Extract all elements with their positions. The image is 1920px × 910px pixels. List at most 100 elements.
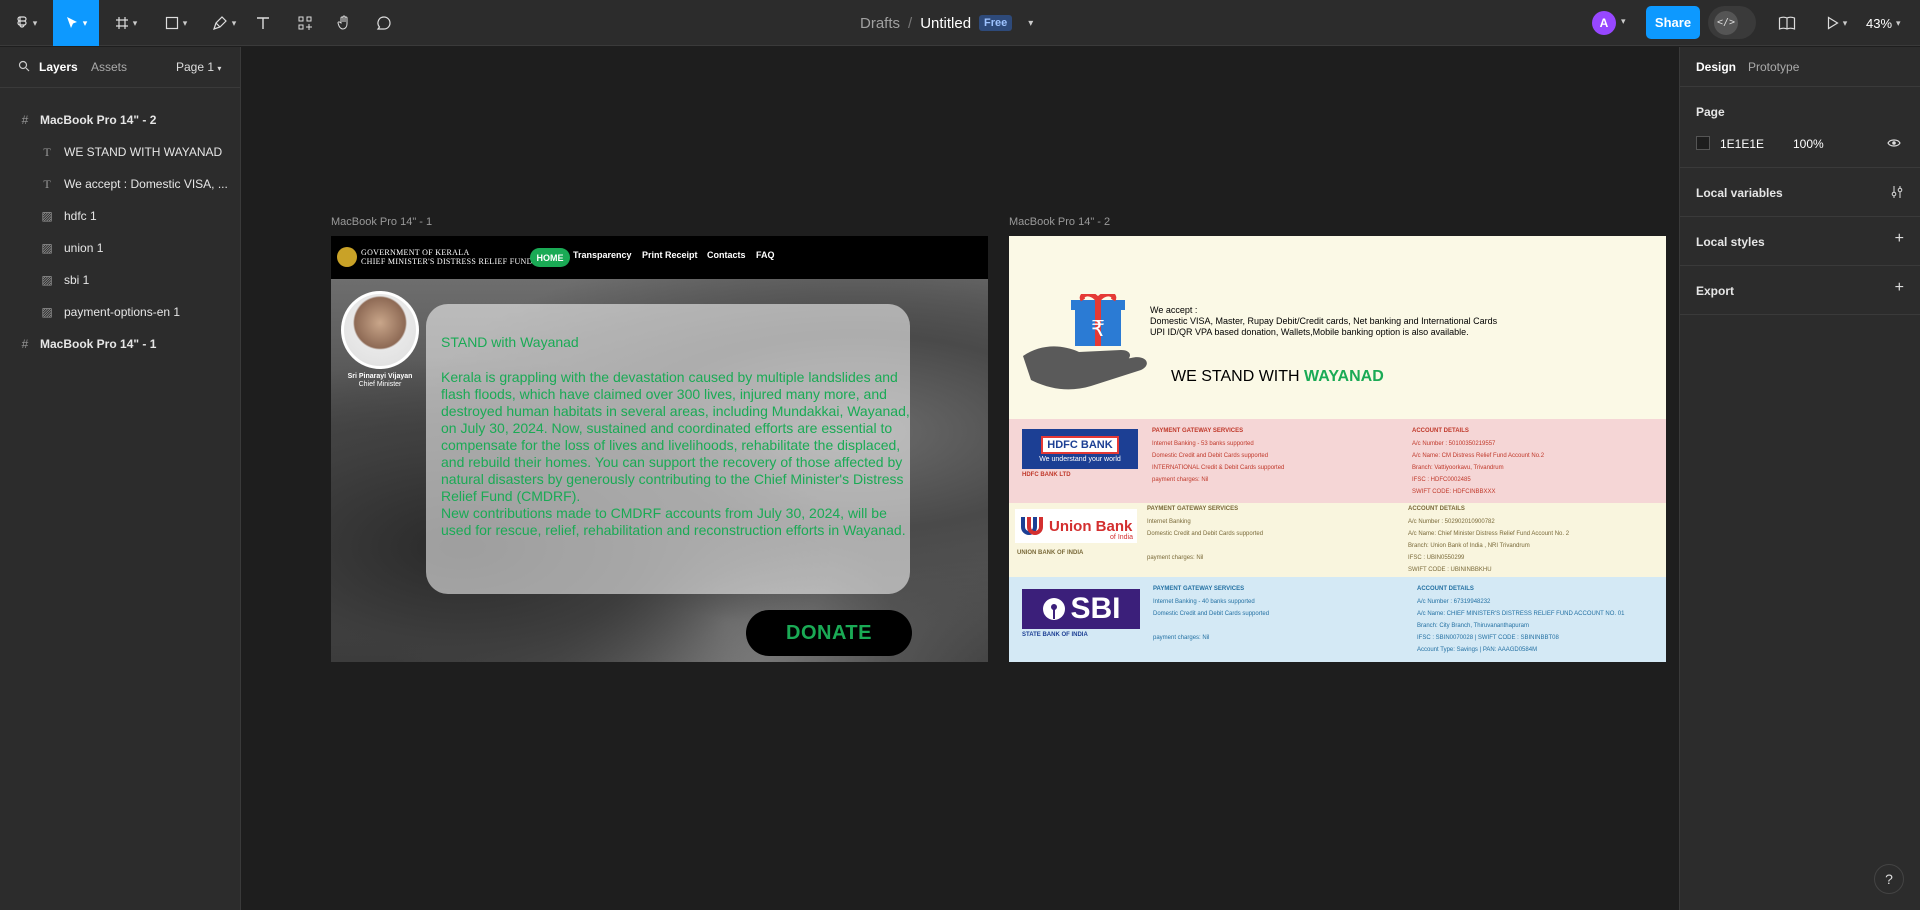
frame-macbook-1[interactable]: GOVERNMENT OF KERALA CHIEF MINISTER'S DI… [331,236,988,662]
layer-image-sbi[interactable]: ▨ sbi 1 [0,264,240,296]
file-name[interactable]: Untitled [920,15,971,32]
hand-tool-button[interactable] [334,0,354,46]
page-color-swatch[interactable] [1696,136,1710,150]
page-opacity-value[interactable]: 100% [1793,137,1824,151]
svg-text:₹: ₹ [1091,317,1105,342]
eye-icon[interactable] [1887,138,1901,148]
hdfc-logo: HDFC BANK We understand your world [1022,429,1138,469]
sbi-emblem-icon [1043,598,1066,620]
frame-1-label[interactable]: MacBook Pro 14" - 1 [331,216,432,228]
layer-frame-1[interactable]: # MacBook Pro 14" - 1 [0,328,240,360]
resources-icon [298,16,312,30]
bank-row-sbi: SBI STATE BANK OF INDIA PAYMENT GATEWAY … [1009,577,1666,662]
layer-label: WE STAND WITH WAYANAD [64,145,223,159]
cm-name: Sri Pinarayi Vijayan [347,373,413,380]
tab-layers[interactable]: Layers [39,60,78,74]
nav-home[interactable]: HOME [530,248,570,267]
union-bank-emblem-icon [1021,517,1043,535]
layer-image-union[interactable]: ▨ union 1 [0,232,240,264]
bank-name: UNION BANK OF INDIA [1017,550,1084,556]
layer-label: hdfc 1 [64,209,97,223]
nav-print-receipt[interactable]: Print Receipt [642,250,698,260]
layer-text-stand[interactable]: T WE STAND WITH WAYANAD [0,136,240,168]
code-icon: </> [1714,10,1738,35]
file-menu-chevron-icon[interactable]: ▾ [1028,18,1033,29]
acc-line: A/c Number : 50100350219557 [1412,441,1496,447]
layer-frame-2[interactable]: # MacBook Pro 14" - 2 [0,104,240,136]
cursor-icon [66,17,77,28]
comment-tool-button[interactable] [374,0,394,46]
appeal-body: Kerala is grappling with the devastation… [441,369,911,539]
frame-icon: # [21,113,29,127]
help-button[interactable]: ? [1874,864,1904,894]
kerala-emblem-icon [337,247,357,267]
pen-tool-button[interactable]: ▾ [206,0,242,46]
pg-title: PAYMENT GATEWAY SERVICES [1152,428,1244,434]
search-icon[interactable] [18,60,30,75]
appeal-heading: STAND with Wayanad [441,334,579,350]
present-button[interactable]: ▾ [1822,0,1852,46]
page-selector[interactable]: Page 1 ▾ [176,60,221,74]
breadcrumb-drafts[interactable]: Drafts [860,15,900,32]
chevron-down-icon[interactable]: ▾ [1621,16,1626,27]
dev-mode-toggle[interactable]: </> [1708,6,1756,39]
variables-icon[interactable] [1890,185,1904,199]
union-logo-tagline: of India [1110,534,1133,541]
accepted-methods: We accept : Domestic VISA, Master, Rupay… [1150,305,1497,338]
page-color-value[interactable]: 1E1E1E [1720,137,1764,151]
export-section[interactable]: Export + [1680,266,1920,315]
pg-line: Internet Banking - 40 banks supported [1153,599,1255,605]
donate-button[interactable]: DONATE [746,610,912,656]
pg-line [1147,540,1263,552]
text-tool-button[interactable] [253,0,273,46]
pg-title: PAYMENT GATEWAY SERVICES [1153,586,1245,592]
nav-transparency[interactable]: Transparency [573,250,632,260]
tab-design[interactable]: Design [1696,60,1736,74]
stand-highlight: WAYANAD [1304,368,1384,385]
add-style-plus-icon[interactable]: + [1895,230,1904,248]
layers-panel: Layers Assets Page 1 ▾ # MacBook Pro 14"… [0,47,241,910]
library-button[interactable] [1776,0,1798,46]
tab-assets[interactable]: Assets [91,60,127,74]
bank-row-union: Union Bank of India UNION BANK OF INDIA … [1009,503,1666,577]
chevron-down-icon: ▾ [32,17,38,28]
avatar[interactable]: A [1592,11,1616,35]
share-button[interactable]: Share [1646,6,1700,39]
right-panel-tabs: Design Prototype [1680,47,1920,87]
frame-macbook-2[interactable]: ₹ We accept : Domestic VISA, Master, Rup… [1009,236,1666,662]
pg-line: Domestic Credit and Debit Cards supporte… [1147,531,1264,537]
union-bank-logo: Union Bank of India [1015,509,1137,543]
tab-prototype[interactable]: Prototype [1748,60,1799,74]
breadcrumb: Drafts / Untitled Free ▾ [860,0,1033,46]
appeal-card: STAND with Wayanad Kerala is grappling w… [426,304,910,594]
pg-line: payment charges: Nil [1153,635,1210,641]
stand-with-wayanad-heading: WE STAND WITH WAYANAD [1171,368,1384,386]
add-export-plus-icon[interactable]: + [1895,279,1904,297]
layer-text-accept[interactable]: T We accept : Domestic VISA, ... [0,168,240,200]
accept-title: We accept : [1150,305,1198,315]
pg-details: Internet Banking Domestic Credit and Deb… [1147,516,1263,564]
move-tool-button[interactable]: ▾ [53,0,99,46]
acc-title: ACCOUNT DETAILS [1417,586,1474,592]
zoom-control[interactable]: 43% ▾ [1866,0,1901,46]
plan-badge[interactable]: Free [979,15,1013,31]
local-variables-section[interactable]: Local variables [1680,168,1920,217]
nav-faq[interactable]: FAQ [756,250,775,260]
frame-tool-button[interactable]: ▾ [108,0,144,46]
acc-details: A/c Number : 502902010900782 A/c Name: C… [1408,516,1569,576]
layer-image-payment-options[interactable]: ▨ payment-options-en 1 [0,296,240,328]
local-styles-section[interactable]: Local styles + [1680,217,1920,266]
accept-line-1: Domestic VISA, Master, Rupay Debit/Credi… [1150,316,1498,326]
main-menu-button[interactable]: ▾ [10,0,42,46]
layer-image-hdfc[interactable]: ▨ hdfc 1 [0,200,240,232]
frame-2-label[interactable]: MacBook Pro 14" - 2 [1009,216,1110,228]
acc-line: A/c Name: CM Distress Relief Fund Accoun… [1412,453,1545,459]
nav-contacts[interactable]: Contacts [707,250,746,260]
layer-label: We accept : Domestic VISA, ... [64,177,228,191]
hand-icon [337,15,348,30]
resources-button[interactable] [295,0,315,46]
sbi-logo-text: SBI [1070,592,1121,625]
shape-tool-button[interactable]: ▾ [158,0,194,46]
page-section: Page 1E1E1E 100% [1680,87,1920,168]
text-icon [257,17,269,29]
